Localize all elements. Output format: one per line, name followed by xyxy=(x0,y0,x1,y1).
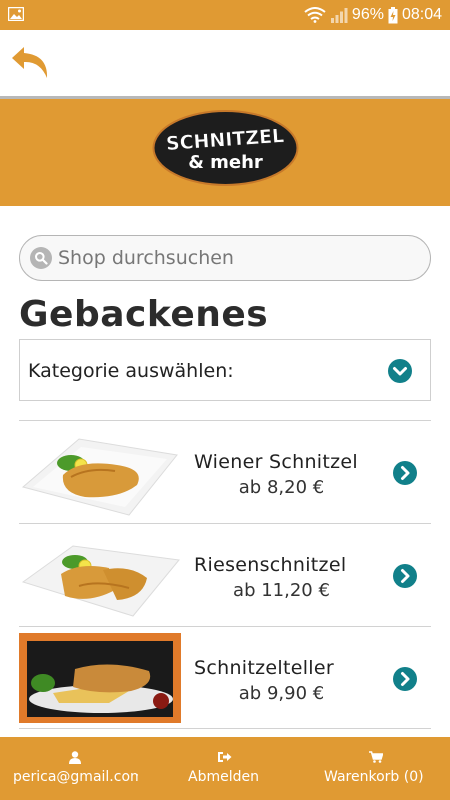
sign-out-icon xyxy=(218,752,232,762)
bottom-nav: perica@gmail.com Abmelden Warenkorb (0) xyxy=(0,737,450,800)
product-list: Wiener Schnitzel ab 8,20 € Riesenschnitz… xyxy=(19,420,431,729)
product-item-wiener-schnitzel[interactable]: Wiener Schnitzel ab 8,20 € xyxy=(19,420,431,523)
logout-label: Abmelden xyxy=(188,769,259,785)
product-name: Riesenschnitzel xyxy=(194,554,347,576)
chevron-right-icon[interactable] xyxy=(393,667,417,691)
back-arrow-icon[interactable] xyxy=(10,41,54,85)
search-bar[interactable] xyxy=(19,235,431,281)
status-right: 96% 08:04 xyxy=(304,5,442,25)
product-price: ab 8,20 € xyxy=(238,477,325,498)
status-bar: 96% 08:04 xyxy=(0,0,450,30)
battery-percent: 96% xyxy=(351,6,384,23)
header-banner: SCHNITZEL & mehr xyxy=(0,99,450,206)
chevron-down-icon xyxy=(388,359,412,383)
cart-tab[interactable]: Warenkorb (0) xyxy=(300,737,450,800)
product-name: Wiener Schnitzel xyxy=(194,451,358,473)
product-price: ab 11,20 € xyxy=(233,580,330,601)
chevron-right-icon[interactable] xyxy=(393,564,417,588)
product-item-riesenschnitzel[interactable]: Riesenschnitzel ab 11,20 € xyxy=(19,523,431,626)
top-bar xyxy=(0,30,450,96)
product-image xyxy=(19,633,181,723)
signal-icon xyxy=(330,8,348,23)
category-dropdown[interactable]: Kategorie auswählen: xyxy=(19,339,431,401)
image-notification-icon xyxy=(8,7,24,21)
page-title: Gebackenes xyxy=(19,294,269,335)
product-price: ab 9,90 € xyxy=(238,683,325,704)
product-image xyxy=(19,427,181,517)
product-item-schnitzelteller[interactable]: Schnitzelteller ab 9,90 € xyxy=(19,626,431,729)
account-tab[interactable]: perica@gmail.com xyxy=(0,737,150,800)
chevron-right-icon[interactable] xyxy=(393,461,417,485)
clock: 08:04 xyxy=(401,6,442,23)
cart-label: Warenkorb (0) xyxy=(324,769,424,785)
category-label: Kategorie auswählen: xyxy=(28,360,234,382)
brand-logo: SCHNITZEL & mehr xyxy=(152,110,299,186)
search-input[interactable] xyxy=(58,247,398,269)
logout-tab[interactable]: Abmelden xyxy=(150,737,300,800)
search-icon xyxy=(30,247,52,269)
product-image xyxy=(19,530,181,620)
account-email: perica@gmail.com xyxy=(13,769,138,785)
logo-text-line2: & mehr xyxy=(188,152,263,173)
battery-charging-icon xyxy=(388,6,398,23)
shopping-cart-icon xyxy=(369,751,383,763)
user-icon xyxy=(69,751,81,764)
wifi-icon xyxy=(304,7,326,23)
product-name: Schnitzelteller xyxy=(194,657,334,679)
